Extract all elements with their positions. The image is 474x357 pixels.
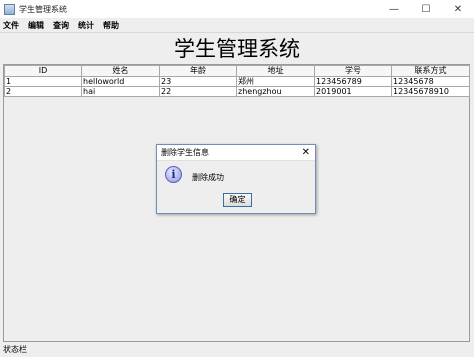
status-bar: 状态栏 bbox=[3, 345, 27, 354]
minimize-icon[interactable]: — bbox=[378, 0, 410, 18]
maximize-icon[interactable]: ☐ bbox=[410, 0, 442, 18]
cell-name[interactable]: helloworld bbox=[81, 76, 160, 87]
cell-age[interactable]: 23 bbox=[159, 76, 237, 87]
cell-contact[interactable]: 12345678 bbox=[391, 76, 470, 87]
column-header-contact[interactable]: 联系方式 bbox=[391, 65, 470, 77]
window-title: 学生管理系统 bbox=[19, 4, 67, 14]
table-row[interactable]: 2 hai 22 zhengzhou 2019001 12345678910 bbox=[4, 86, 470, 97]
ok-button[interactable]: 确定 bbox=[223, 193, 252, 207]
column-header-student-no[interactable]: 学号 bbox=[314, 65, 392, 77]
dialog-title: 删除学生信息 bbox=[161, 148, 209, 157]
cell-age[interactable]: 22 bbox=[159, 86, 237, 97]
table-row[interactable]: 1 helloworld 23 郑州 123456789 12345678 bbox=[4, 76, 470, 87]
dialog-titlebar: 删除学生信息 ✕ bbox=[157, 145, 315, 161]
column-header-name[interactable]: 姓名 bbox=[81, 65, 160, 77]
cell-name[interactable]: hai bbox=[81, 86, 160, 97]
cell-id[interactable]: 1 bbox=[4, 76, 82, 87]
delete-student-dialog: 删除学生信息 ✕ i 删除成功 确定 bbox=[156, 144, 316, 214]
column-header-address[interactable]: 地址 bbox=[236, 65, 315, 77]
cell-contact[interactable]: 12345678910 bbox=[391, 86, 470, 97]
page-title: 学生管理系统 bbox=[174, 37, 300, 61]
cell-student-no[interactable]: 123456789 bbox=[314, 76, 392, 87]
menu-edit[interactable]: 编辑 bbox=[28, 20, 44, 31]
student-table: ID 姓名 年龄 地址 学号 联系方式 1 helloworld 23 郑州 1… bbox=[4, 65, 470, 97]
info-icon: i bbox=[165, 166, 182, 183]
window-titlebar: 学生管理系统 — ☐ ✕ bbox=[0, 0, 474, 18]
cell-id[interactable]: 2 bbox=[4, 86, 82, 97]
cell-student-no[interactable]: 2019001 bbox=[314, 86, 392, 97]
menu-help[interactable]: 帮助 bbox=[103, 20, 119, 31]
menu-bar: 文件 编辑 查询 统计 帮助 bbox=[0, 18, 474, 33]
column-header-id[interactable]: ID bbox=[4, 65, 82, 77]
column-header-age[interactable]: 年龄 bbox=[159, 65, 237, 77]
menu-query[interactable]: 查询 bbox=[53, 20, 69, 31]
table-header-row: ID 姓名 年龄 地址 学号 联系方式 bbox=[4, 65, 470, 77]
close-icon[interactable]: ✕ bbox=[442, 0, 474, 18]
dialog-message: 删除成功 bbox=[192, 173, 224, 182]
app-window-icon bbox=[4, 3, 15, 15]
cell-address[interactable]: zhengzhou bbox=[236, 86, 315, 97]
window-controls: — ☐ ✕ bbox=[378, 0, 474, 18]
menu-file[interactable]: 文件 bbox=[3, 20, 19, 31]
dialog-close-icon[interactable]: ✕ bbox=[302, 146, 310, 160]
menu-statistics[interactable]: 统计 bbox=[78, 20, 94, 31]
cell-address[interactable]: 郑州 bbox=[236, 76, 315, 87]
